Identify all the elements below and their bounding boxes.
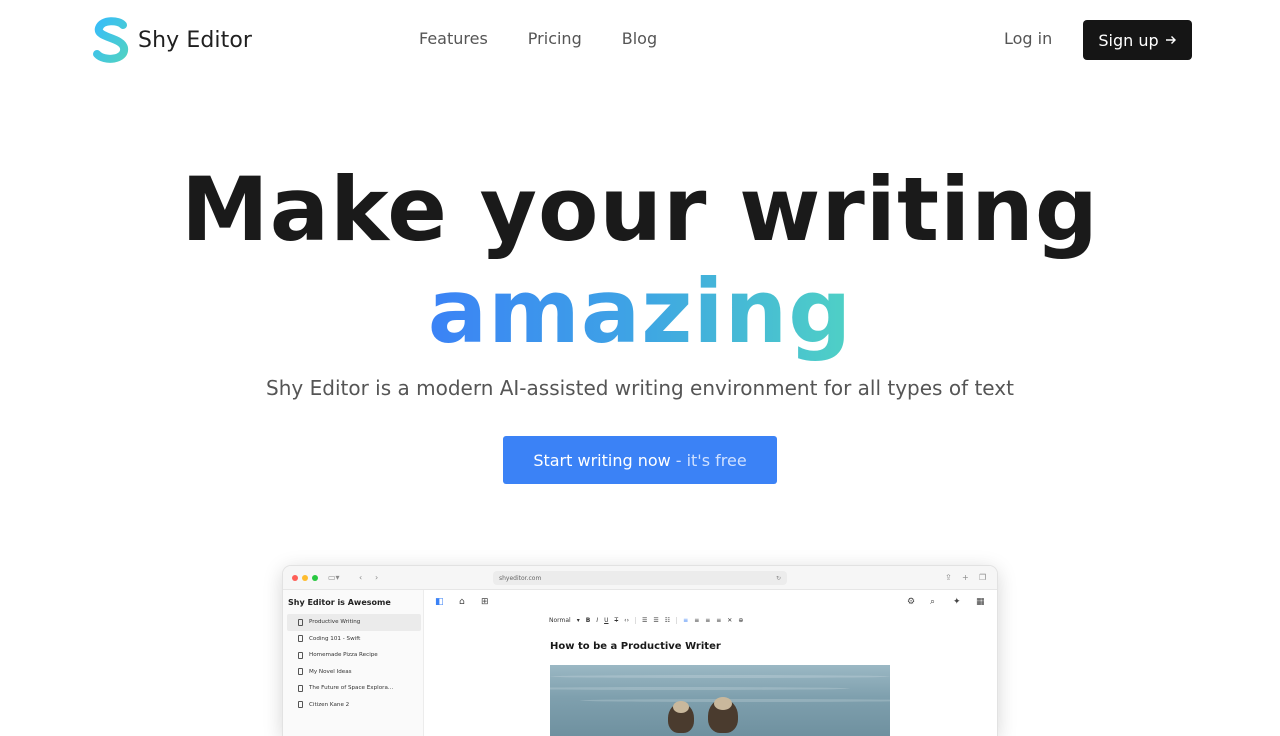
formatting-toolbar: Normal ▾ B I U T ‹› ☰ ☰ ☷ ≡ ≡ ≡ ≡ ✕ ⊕ (549, 617, 743, 624)
sidebar-toggle-icon: ▭▾ (328, 573, 340, 582)
align-right-icon: ≡ (705, 617, 711, 624)
document-title: Productive Writing (309, 619, 361, 626)
reload-icon: ↻ (775, 574, 781, 582)
hero-subtitle: Shy Editor is a modern AI-assisted writi… (266, 376, 1014, 400)
app-preview-screenshot: ▭▾ ‹ › shyeditor.com ↻ ⇪ + ❐ Shy Editor … (283, 566, 997, 736)
login-link[interactable]: Log in (1004, 29, 1052, 48)
panel-toggle-icon: ◧ (435, 597, 444, 607)
start-writing-button[interactable]: Start writing now - it's free (503, 436, 777, 484)
preview-editor: ◧ ⌂ ⊞ ⚙ ⌕ ✦ ▦ Normal ▾ B I U T ‹› ☰ ☰ ☷ … (425, 590, 997, 736)
text-style-select: Normal (549, 617, 571, 624)
browser-url-bar: shyeditor.com ↻ (493, 571, 787, 585)
top-navigation: Shy Editor Features Pricing Blog Log in … (0, 0, 1280, 80)
list-item: Citizen Kane 2 (287, 697, 421, 714)
document-icon (298, 701, 303, 709)
close-window-dot (292, 575, 298, 581)
brand-name: Shy Editor (138, 27, 253, 53)
code-icon: ‹› (624, 617, 629, 624)
nav-links: Features Pricing Blog (419, 29, 657, 48)
checklist-icon: ☷ (664, 617, 671, 624)
list-item: Productive Writing (287, 614, 421, 631)
forward-icon: › (375, 573, 379, 582)
strikethrough-icon: T (614, 617, 619, 624)
document-icon (298, 684, 303, 692)
numbered-list-icon: ☰ (641, 617, 648, 624)
sparkle-icon: ✦ (953, 597, 961, 607)
signup-label: Sign up (1098, 30, 1159, 50)
clear-format-icon: ✕ (727, 617, 733, 624)
s-logo-icon (93, 17, 128, 63)
hero-title: Make your writing (181, 158, 1099, 261)
align-justify-icon: ≡ (716, 617, 722, 624)
chevron-down-icon: ▾ (576, 617, 580, 624)
url-text: shyeditor.com (499, 574, 542, 582)
zoom-window-dot (312, 575, 318, 581)
document-title: Citizen Kane 2 (309, 701, 350, 708)
new-document-icon: ⊞ (481, 597, 489, 607)
document-icon (298, 668, 303, 676)
toolbar-divider (634, 617, 636, 624)
otters-photo (550, 665, 890, 736)
align-center-icon: ≡ (694, 617, 700, 624)
search-icon: ⌕ (930, 597, 936, 607)
cta-free-note: - it's free (675, 450, 747, 470)
italic-icon: I (596, 617, 599, 624)
hero-title-highlight: amazing (0, 262, 1280, 362)
nav-link-pricing[interactable]: Pricing (528, 29, 582, 48)
gear-icon: ⚙ (907, 597, 916, 607)
hero-highlight-word: amazing (427, 260, 853, 363)
document-title: The Future of Space Explora... (309, 685, 394, 692)
bold-icon: B (585, 617, 591, 624)
signup-button[interactable]: Sign up (1083, 20, 1192, 60)
grid-icon: ▦ (976, 597, 985, 607)
align-left-icon: ≡ (683, 617, 689, 624)
document-icon (298, 651, 303, 659)
toolbar-divider (676, 617, 678, 624)
tabs-overview-icon: ❐ (979, 573, 987, 582)
preview-sidebar: Shy Editor is Awesome Productive Writing… (283, 590, 424, 736)
minimize-window-dot (302, 575, 308, 581)
bullet-list-icon: ☰ (653, 617, 659, 624)
list-item: Coding 101 - Swift (287, 631, 421, 648)
nav-link-features[interactable]: Features (419, 29, 488, 48)
list-item: My Novel Ideas (287, 664, 421, 681)
underline-icon: U (604, 617, 609, 624)
share-icon: ⇪ (945, 573, 952, 582)
document-icon (298, 618, 303, 626)
insert-icon: ⊕ (738, 617, 744, 624)
browser-titlebar: ▭▾ ‹ › shyeditor.com ↻ ⇪ + ❐ (283, 566, 997, 590)
arrow-right-icon (1165, 36, 1176, 44)
document-list: Productive Writing Coding 101 - Swift Ho… (287, 614, 421, 713)
home-icon: ⌂ (459, 597, 465, 607)
list-item: Homemade Pizza Recipe (287, 647, 421, 664)
list-item: The Future of Space Explora... (287, 680, 421, 697)
cta-label: Start writing now (533, 450, 671, 470)
document-heading: How to be a Productive Writer (550, 641, 721, 652)
new-tab-icon: + (962, 573, 969, 582)
nav-link-blog[interactable]: Blog (622, 29, 657, 48)
back-icon: ‹ (359, 573, 363, 582)
document-title: Homemade Pizza Recipe (309, 652, 378, 659)
workspace-title: Shy Editor is Awesome (288, 598, 391, 607)
document-title: Coding 101 - Swift (309, 635, 361, 642)
document-title: My Novel Ideas (309, 668, 352, 675)
document-icon (298, 635, 303, 643)
brand-home-link[interactable]: Shy Editor (92, 16, 252, 64)
